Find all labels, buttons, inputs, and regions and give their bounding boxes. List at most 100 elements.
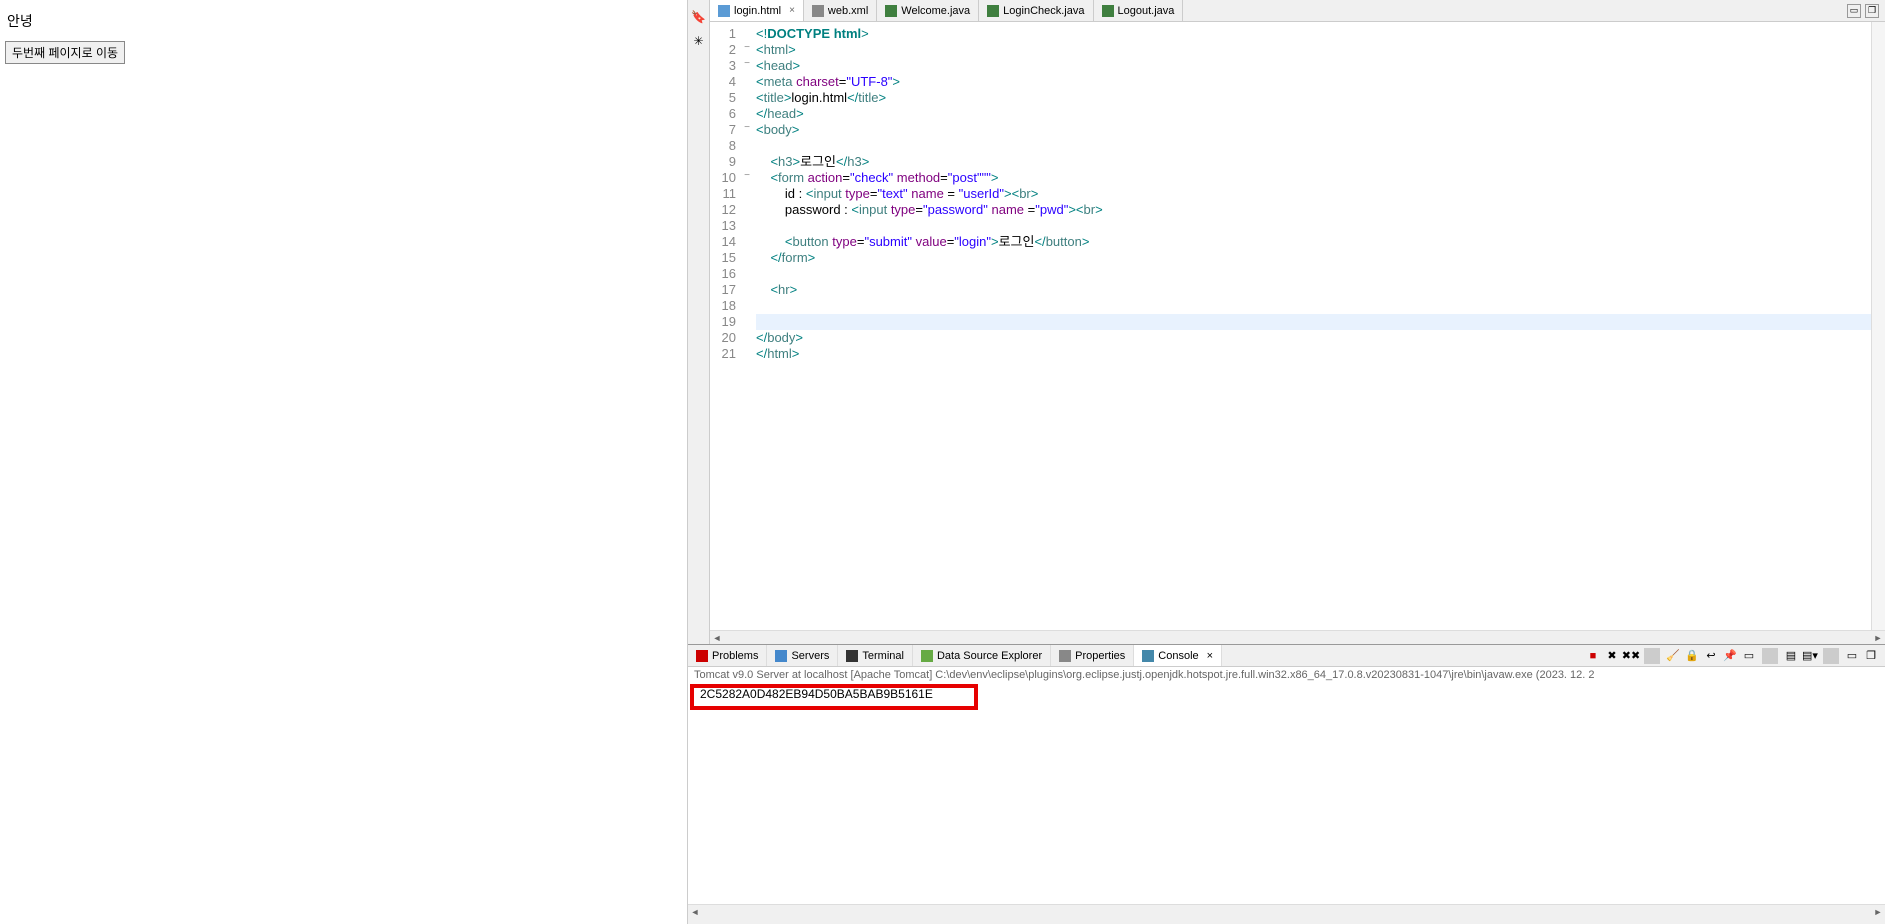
code-line[interactable]: </form> (756, 250, 1871, 266)
java-file-icon (987, 5, 999, 17)
pin-console-icon[interactable]: 📌 (1722, 648, 1738, 664)
editor-tab-login-html[interactable]: login.html × (710, 0, 804, 21)
code-line[interactable]: <body> (756, 122, 1871, 138)
line-number-gutter: 123456789101112131415161718192021 (710, 22, 742, 630)
line-number: 7 (710, 122, 736, 138)
bottom-tab-data-source-explorer[interactable]: Data Source Explorer (913, 645, 1051, 666)
code-line[interactable]: <hr> (756, 282, 1871, 298)
bottom-tab-servers[interactable]: Servers (767, 645, 838, 666)
java-file-icon (885, 5, 897, 17)
cons-view-icon (1142, 650, 1154, 662)
second-page-nav-button[interactable]: 두번째 페이지로 이동 (5, 41, 125, 64)
editor-tab-welcome-java[interactable]: Welcome.java (877, 0, 979, 21)
fold-toggle-icon[interactable]: − (742, 42, 752, 58)
greeting-text: 안녕 (7, 11, 682, 31)
word-wrap-icon[interactable]: ↩ (1703, 648, 1719, 664)
display-selected-icon[interactable]: ▭ (1741, 648, 1757, 664)
fold-toggle-icon (742, 74, 752, 90)
code-line[interactable]: <html> (756, 42, 1871, 58)
fold-toggle-icon (742, 250, 752, 266)
line-number: 10 (710, 170, 736, 186)
scroll-left-arrow-icon[interactable]: ◄ (688, 907, 702, 917)
fold-toggle-icon[interactable]: − (742, 58, 752, 74)
editor-tab-logincheck-java[interactable]: LoginCheck.java (979, 0, 1093, 21)
fold-toggle-icon (742, 282, 752, 298)
bottom-tab-terminal[interactable]: Terminal (838, 645, 913, 666)
code-line[interactable]: <meta charset="UTF-8"> (756, 74, 1871, 90)
bottom-tab-console[interactable]: Console× (1134, 645, 1222, 666)
code-line[interactable] (756, 138, 1871, 154)
console-body[interactable]: 2C5282A0D482EB94D50BA5BAB9B5161E (688, 683, 1885, 904)
minimize-view-icon[interactable]: ▭ (1844, 648, 1860, 664)
code-line[interactable]: <title>login.html</title> (756, 90, 1871, 106)
line-number: 9 (710, 154, 736, 170)
fold-toggle-icon[interactable]: − (742, 170, 752, 186)
line-number: 18 (710, 298, 736, 314)
fold-toggle-icon[interactable]: − (742, 122, 752, 138)
code-line[interactable]: </head> (756, 106, 1871, 122)
fold-toggle-icon (742, 138, 752, 154)
tab-label: web.xml (828, 5, 868, 17)
code-line[interactable]: </html> (756, 346, 1871, 362)
editor-horizontal-scrollbar[interactable]: ◄ ► (710, 630, 1885, 644)
remove-launch-icon[interactable]: ✖ (1604, 648, 1620, 664)
toggle-breadcrumb-icon[interactable]: 🔖 (691, 10, 707, 26)
console-horizontal-scrollbar[interactable]: ◄ ► (688, 904, 1885, 918)
code-area[interactable]: 123456789101112131415161718192021 −−−− <… (710, 22, 1885, 630)
minimize-editor-icon[interactable]: ▭ (1847, 4, 1861, 18)
line-number: 15 (710, 250, 736, 266)
line-number: 2 (710, 42, 736, 58)
open-console-icon[interactable]: ▤ (1783, 648, 1799, 664)
editor-area: 🔖 ✳ login.html × web.xml Welcome.javaLoginC… (688, 0, 1885, 644)
tab-label: login.html (734, 5, 781, 17)
code-line[interactable]: <!DOCTYPE html> (756, 26, 1871, 42)
bottom-tab-label: Servers (791, 650, 829, 662)
code-line[interactable]: <h3>로그인</h3> (756, 154, 1871, 170)
prop-view-icon (1059, 650, 1071, 662)
line-number: 17 (710, 282, 736, 298)
scroll-left-arrow-icon[interactable]: ◄ (710, 633, 724, 643)
code-line[interactable]: <head> (756, 58, 1871, 74)
term-view-icon (846, 650, 858, 662)
fold-toggle-icon (742, 346, 752, 362)
code-line[interactable] (756, 298, 1871, 314)
editor-tab-web-xml[interactable]: web.xml (804, 0, 877, 21)
toggle-highlight-icon[interactable]: ✳ (691, 34, 707, 50)
maximize-view-icon[interactable]: ❐ (1863, 648, 1879, 664)
fold-toggle-icon (742, 330, 752, 346)
code-line[interactable] (756, 218, 1871, 234)
code-content[interactable]: <!DOCTYPE html><html><head><meta charset… (752, 22, 1871, 630)
bottom-tab-properties[interactable]: Properties (1051, 645, 1134, 666)
code-line[interactable]: <form action="check" method="post"""> (756, 170, 1871, 186)
fold-column[interactable]: −−−− (742, 22, 752, 630)
close-tab-icon[interactable]: × (789, 5, 795, 16)
overview-ruler[interactable] (1871, 22, 1885, 630)
scroll-right-arrow-icon[interactable]: ► (1871, 633, 1885, 643)
new-console-icon[interactable]: ▤▾ (1802, 648, 1818, 664)
code-line[interactable] (756, 314, 1871, 330)
fold-toggle-icon (742, 186, 752, 202)
line-number: 8 (710, 138, 736, 154)
terminate-icon[interactable]: ■ (1585, 648, 1601, 664)
bottom-tabs: Problems Servers TerminalData Source Explo… (688, 645, 1885, 667)
maximize-editor-icon[interactable]: ❐ (1865, 4, 1879, 18)
fold-toggle-icon (742, 26, 752, 42)
serv-view-icon (775, 650, 787, 662)
bottom-tab-problems[interactable]: Problems (688, 645, 767, 666)
clear-console-icon[interactable]: 🧹 (1665, 648, 1681, 664)
editor-tab-logout-java[interactable]: Logout.java (1094, 0, 1184, 21)
code-line[interactable]: id : <input type="text" name = "userId">… (756, 186, 1871, 202)
code-line[interactable]: <button type="submit" value="login">로그인<… (756, 234, 1871, 250)
close-view-icon[interactable]: × (1207, 650, 1213, 662)
bottom-tab-label: Properties (1075, 650, 1125, 662)
java-file-icon (1102, 5, 1114, 17)
line-number: 3 (710, 58, 736, 74)
code-line[interactable]: </body> (756, 330, 1871, 346)
code-line[interactable] (756, 266, 1871, 282)
remove-all-icon[interactable]: ✖✖ (1623, 648, 1639, 664)
fold-toggle-icon (742, 202, 752, 218)
scroll-lock-icon[interactable]: 🔒 (1684, 648, 1700, 664)
scroll-right-arrow-icon[interactable]: ► (1871, 907, 1885, 917)
code-line[interactable]: password : <input type="password" name =… (756, 202, 1871, 218)
status-grip[interactable] (688, 918, 1885, 924)
